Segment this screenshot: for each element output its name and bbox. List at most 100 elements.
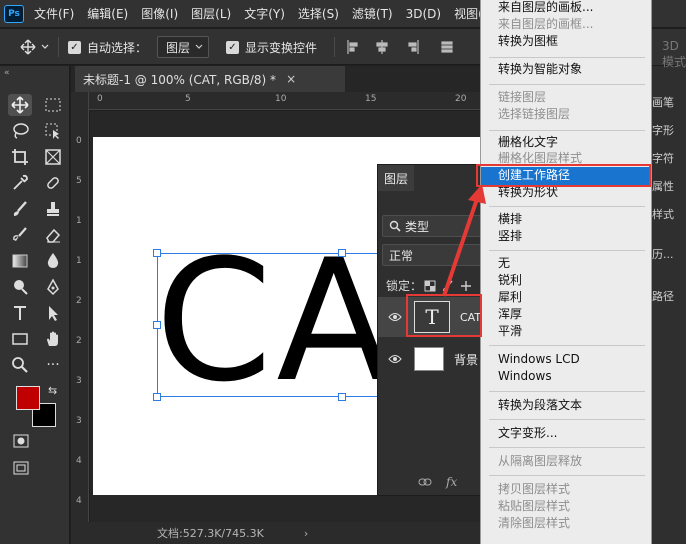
menu-item-windows-lcd[interactable]: Windows LCD [481,351,651,368]
annotation-arrow-icon [442,184,486,297]
gradient-tool-icon[interactable] [8,250,32,272]
document-tab[interactable]: 未标题-1 @ 100% (CAT, RGB/8) * × [75,66,345,92]
layer-thumbnail [414,347,444,371]
eyedropper-tool-icon[interactable] [8,172,32,194]
fx-icon[interactable]: fx [446,475,457,489]
swap-colors-icon[interactable]: ⇆ [48,384,57,397]
align-buttons[interactable] [346,29,476,65]
pen-tool-icon[interactable] [41,276,65,298]
screen-mode-icon[interactable] [13,461,29,478]
move-tool-options-icon[interactable] [20,29,50,65]
close-icon[interactable]: × [286,72,296,86]
more-tools-icon[interactable]: ··· [41,354,65,376]
menu-item-rasterize-type[interactable]: 栅格化文字 [481,134,651,151]
brush-tool-icon[interactable] [8,198,32,220]
ruler-tick-label: 4 [76,456,82,466]
frame-tool-icon[interactable] [41,146,65,168]
rectangle-tool-icon[interactable] [8,328,32,350]
panel-properties[interactable]: 属性 [652,178,674,194]
menu-layer[interactable]: 图层(L) [191,5,231,22]
foreground-color-swatch-top[interactable] [16,386,40,410]
object-select-tool-icon[interactable] [41,120,65,142]
menu-file[interactable]: 文件(F) [34,5,74,22]
transform-handle[interactable] [153,249,161,257]
panel-styles[interactable]: 样式 [652,206,674,222]
healing-brush-tool-icon[interactable] [41,172,65,194]
menu-item-windows[interactable]: Windows [481,368,651,385]
menu-separator [489,447,645,448]
path-selection-tool-icon[interactable] [41,302,65,324]
ruler-vertical: 0 5 1 1 2 2 3 3 4 4 [71,92,89,522]
menu-item-copy-layer-style[interactable]: 拷贝图层样式 [481,481,651,498]
document-size-status: 文档:527.3K/745.3K [157,527,264,540]
checkmark-icon: ✓ [226,40,239,54]
menu-item-convert-to-paragraph-text[interactable]: 转换为段落文本 [481,397,651,414]
ruler-tick-label: 3 [76,416,82,426]
transform-handle[interactable] [153,393,161,401]
show-transform-label: 显示变换控件 [245,40,318,55]
menu-item-antialias-crisp[interactable]: 犀利 [481,289,651,306]
menu-item-clear-layer-style[interactable]: 清除图层样式 [481,515,651,532]
tab-layers[interactable]: 图层 [378,165,414,191]
menu-item-antialias-sharp[interactable]: 锐利 [481,272,651,289]
menu-item-convert-to-frame[interactable]: 转换为图框 [481,33,651,50]
marquee-tool-icon[interactable] [41,94,65,116]
menu-item-antialias-none[interactable]: 无 [481,255,651,272]
transform-handle[interactable] [338,249,346,257]
menu-type[interactable]: 文字(Y) [244,5,285,22]
menu-separator [489,391,645,392]
crop-tool-icon[interactable] [8,146,32,168]
ruler-tick-label: 15 [365,94,377,104]
transform-handle[interactable] [338,393,346,401]
menu-item-release-from-isolation[interactable]: 从隔离图层释放 [481,453,651,470]
menu-item-warp-text[interactable]: 文字变形... [481,425,651,442]
dodge-tool-icon[interactable] [8,276,32,298]
lasso-tool-icon[interactable] [8,120,32,142]
move-tool-icon[interactable] [8,94,32,116]
ruler-tick-label: 3 [76,376,82,386]
menu-item-paste-layer-style[interactable]: 粘贴图层样式 [481,498,651,515]
panel-history[interactable]: 历... [652,246,674,262]
options-separator [58,37,59,57]
layer-filter-label: 类型 [405,219,430,234]
chevron-right-icon[interactable]: › [304,527,308,540]
auto-select-dropdown[interactable]: 图层 [157,36,209,58]
menu-item-convert-to-smart-object[interactable]: 转换为智能对象 [481,61,651,78]
ruler-tick-label: 20 [455,94,467,104]
blur-tool-icon[interactable] [41,250,65,272]
menu-image[interactable]: 图像(I) [141,5,178,22]
layer-row-background[interactable]: 背景 [378,339,488,379]
menu-item-artboard-from-layers[interactable]: 来自图层的画板... [481,0,651,16]
menu-item-vertical[interactable]: 竖排 [481,228,651,245]
menu-select[interactable]: 选择(S) [298,5,339,22]
panel-character[interactable]: 字符 [652,150,674,166]
menu-item-horizontal[interactable]: 横排 [481,211,651,228]
menu-item-frame-from-layers[interactable]: 来自图层的画框... [481,16,651,33]
panel-brush[interactable]: 画笔 [652,94,674,110]
collapse-icon[interactable]: « [4,68,10,78]
menu-item-antialias-smooth[interactable]: 平滑 [481,323,651,340]
quick-mask-icon[interactable] [13,434,29,451]
layer-panel-footer: fx [418,475,457,489]
panel-paths[interactable]: 路径 [652,288,674,304]
menu-separator [489,84,645,85]
annotation-box-menu-item [476,164,651,187]
hand-tool-icon[interactable] [41,328,65,350]
3d-mode-label: 3D 模式 [662,39,686,69]
eraser-tool-icon[interactable] [41,224,65,246]
link-icon[interactable] [418,477,432,487]
auto-select-checkbox[interactable]: ✓ 自动选择： [68,29,147,65]
zoom-tool-icon[interactable] [8,354,32,376]
menu-item-select-linked-layers[interactable]: 选择链接图层 [481,106,651,123]
panel-glyphs[interactable]: 字形 [652,122,674,138]
menu-item-link-layers[interactable]: 链接图层 [481,89,651,106]
transform-handle[interactable] [153,321,161,329]
menu-item-antialias-strong[interactable]: 浑厚 [481,306,651,323]
type-tool-icon[interactable] [8,302,32,324]
menu-edit[interactable]: 编辑(E) [87,5,128,22]
show-transform-checkbox[interactable]: ✓ 显示变换控件 [226,29,317,65]
menu-3d[interactable]: 3D(D) [406,7,441,21]
menu-filter[interactable]: 滤镜(T) [352,5,393,22]
clone-stamp-tool-icon[interactable] [41,198,65,220]
history-brush-tool-icon[interactable] [8,224,32,246]
